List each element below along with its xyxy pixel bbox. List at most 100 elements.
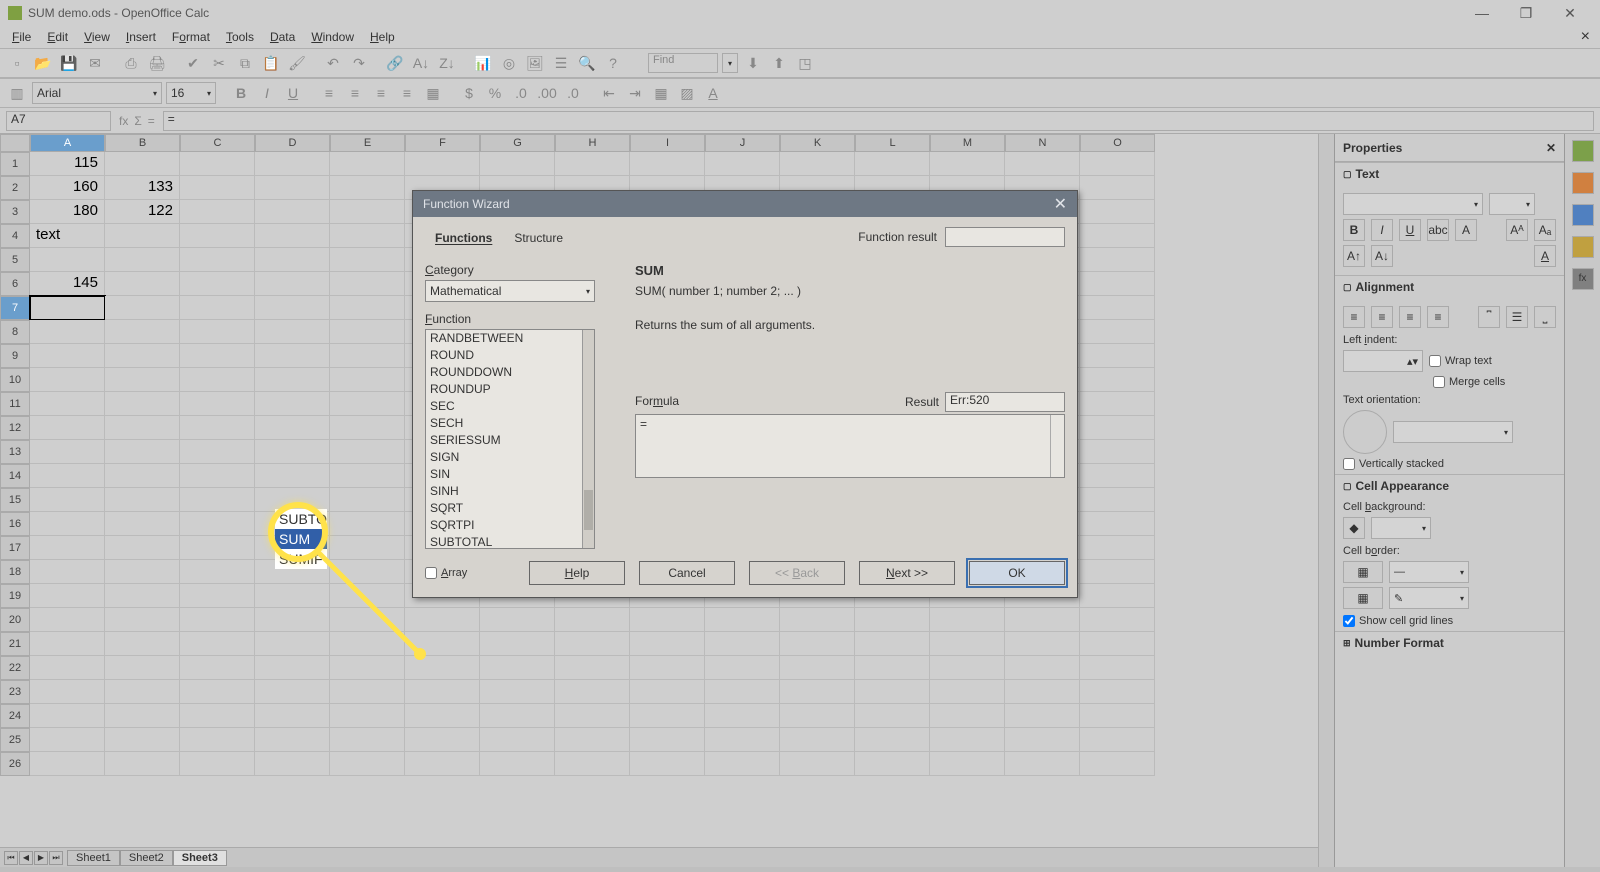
cell-B3[interactable]: 122 — [105, 200, 180, 224]
category-select[interactable]: Mathematical▾ — [425, 280, 595, 302]
row-header-4[interactable]: 4 — [0, 224, 30, 248]
row-header-1[interactable]: 1 — [0, 152, 30, 176]
function-item[interactable]: SIGN — [426, 449, 582, 466]
cell-C18[interactable] — [180, 560, 255, 584]
percent-icon[interactable]: % — [484, 82, 506, 104]
cell-D11[interactable] — [255, 392, 330, 416]
section-text[interactable]: Text — [1356, 167, 1380, 181]
cell-I1[interactable] — [630, 152, 705, 176]
cell-A15[interactable] — [30, 488, 105, 512]
cell-B20[interactable] — [105, 608, 180, 632]
cell-I21[interactable] — [630, 632, 705, 656]
find-dropdown-icon[interactable]: ▾ — [722, 53, 738, 73]
cell-B22[interactable] — [105, 656, 180, 680]
cell-H22[interactable] — [555, 656, 630, 680]
cell-E10[interactable] — [330, 368, 405, 392]
function-wizard-icon[interactable]: fx — [119, 114, 128, 128]
cell-G25[interactable] — [480, 728, 555, 752]
cell-M21[interactable] — [930, 632, 1005, 656]
email-icon[interactable]: ✉ — [84, 52, 106, 74]
cell-A24[interactable] — [30, 704, 105, 728]
cell-B18[interactable] — [105, 560, 180, 584]
border-style-combo[interactable]: —▾ — [1389, 561, 1469, 583]
cell-D12[interactable] — [255, 416, 330, 440]
cell-H26[interactable] — [555, 752, 630, 776]
cell-I24[interactable] — [630, 704, 705, 728]
sort-desc-icon[interactable]: Z↓ — [436, 52, 458, 74]
cell-C10[interactable] — [180, 368, 255, 392]
function-item[interactable]: SIN — [426, 466, 582, 483]
cell-O6[interactable] — [1080, 272, 1155, 296]
cell-C4[interactable] — [180, 224, 255, 248]
function-item[interactable]: RANDBETWEEN — [426, 330, 582, 347]
cell-K24[interactable] — [780, 704, 855, 728]
align-center-icon[interactable]: ≡ — [344, 82, 366, 104]
menu-help[interactable]: Help — [362, 28, 403, 46]
cell-A10[interactable] — [30, 368, 105, 392]
cell-A7[interactable] — [30, 296, 105, 320]
cell-E7[interactable] — [330, 296, 405, 320]
save-icon[interactable]: 💾 — [58, 52, 80, 74]
spellcheck-icon[interactable]: ✔ — [182, 52, 204, 74]
cell-M1[interactable] — [930, 152, 1005, 176]
cell-D13[interactable] — [255, 440, 330, 464]
font-size-combo[interactable]: 16▾ — [166, 82, 216, 104]
row-header-15[interactable]: 15 — [0, 488, 30, 512]
vertical-scrollbar[interactable] — [1318, 134, 1334, 867]
cell-D23[interactable] — [255, 680, 330, 704]
cell-G20[interactable] — [480, 608, 555, 632]
zoom-icon[interactable]: 🔍 — [576, 52, 598, 74]
cell-G22[interactable] — [480, 656, 555, 680]
cell-A11[interactable] — [30, 392, 105, 416]
cell-A18[interactable] — [30, 560, 105, 584]
cell-C15[interactable] — [180, 488, 255, 512]
cell-B19[interactable] — [105, 584, 180, 608]
cell-C11[interactable] — [180, 392, 255, 416]
cell-F21[interactable] — [405, 632, 480, 656]
cell-D8[interactable] — [255, 320, 330, 344]
cell-M25[interactable] — [930, 728, 1005, 752]
orientation-combo[interactable]: ▾ — [1393, 421, 1513, 443]
function-item[interactable]: SINH — [426, 483, 582, 500]
cell-A26[interactable] — [30, 752, 105, 776]
sidebar-properties-icon[interactable] — [1572, 140, 1594, 162]
cell-E8[interactable] — [330, 320, 405, 344]
pdf-icon[interactable]: ⎙ — [120, 52, 142, 74]
col-header-J[interactable]: J — [705, 134, 780, 152]
col-header-B[interactable]: B — [105, 134, 180, 152]
cell-N25[interactable] — [1005, 728, 1080, 752]
cell-M26[interactable] — [930, 752, 1005, 776]
function-item[interactable]: SERIESSUM — [426, 432, 582, 449]
cell-N1[interactable] — [1005, 152, 1080, 176]
sidebar-functions-icon[interactable]: fx — [1572, 268, 1594, 290]
cell-A3[interactable]: 180 — [30, 200, 105, 224]
hyperlink-icon[interactable]: 🔗 — [384, 52, 406, 74]
cell-O2[interactable] — [1080, 176, 1155, 200]
merge-cells-checkbox[interactable] — [1433, 376, 1445, 388]
cell-B21[interactable] — [105, 632, 180, 656]
cell-A8[interactable] — [30, 320, 105, 344]
halign-center-icon[interactable]: ≡ — [1371, 306, 1393, 328]
cell-D9[interactable] — [255, 344, 330, 368]
cell-J25[interactable] — [705, 728, 780, 752]
cell-B10[interactable] — [105, 368, 180, 392]
cell-E14[interactable] — [330, 464, 405, 488]
row-header-22[interactable]: 22 — [0, 656, 30, 680]
cell-K20[interactable] — [780, 608, 855, 632]
cell-D25[interactable] — [255, 728, 330, 752]
cell-L26[interactable] — [855, 752, 930, 776]
menu-file[interactable]: File — [4, 28, 39, 46]
row-header-12[interactable]: 12 — [0, 416, 30, 440]
row-header-21[interactable]: 21 — [0, 632, 30, 656]
cell-D20[interactable] — [255, 608, 330, 632]
row-header-9[interactable]: 9 — [0, 344, 30, 368]
cell-M20[interactable] — [930, 608, 1005, 632]
cell-A22[interactable] — [30, 656, 105, 680]
function-item[interactable]: SUBTOTAL — [426, 534, 582, 548]
dec-font-icon[interactable]: A↓ — [1371, 245, 1393, 267]
menu-data[interactable]: Data — [262, 28, 303, 46]
cell-I22[interactable] — [630, 656, 705, 680]
row-header-17[interactable]: 17 — [0, 536, 30, 560]
row-header-14[interactable]: 14 — [0, 464, 30, 488]
find-prev-icon[interactable]: ⬆ — [768, 52, 790, 74]
